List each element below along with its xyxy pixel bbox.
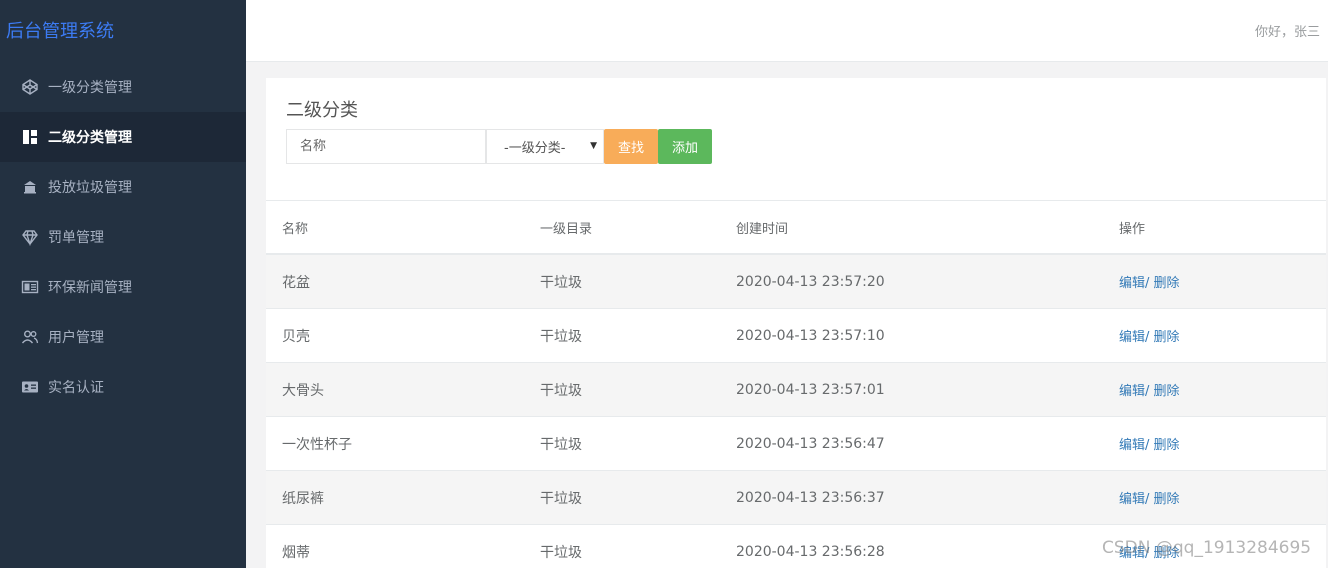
sidebar-menu: 一级分类管理 二级分类管理 投放垃圾管理 罚单管理 环保新闻管理 用户管理 实名… xyxy=(0,62,246,412)
add-button[interactable]: 添加 xyxy=(658,129,712,164)
cell-actions: 编辑/ 删除 xyxy=(1119,434,1180,453)
page-title: 二级分类 xyxy=(286,100,358,121)
select-value: -一级分类- xyxy=(504,141,566,156)
cell-name: 大骨头 xyxy=(282,382,324,399)
delete-link[interactable]: 删除 xyxy=(1149,330,1180,345)
cell-name: 一次性杯子 xyxy=(282,436,352,453)
delete-link[interactable]: 删除 xyxy=(1149,492,1180,507)
primary-category-select[interactable]: -一级分类- ▼ xyxy=(486,129,604,164)
cell-actions: 编辑/ 删除 xyxy=(1119,380,1180,399)
sidebar-item-label: 实名认证 xyxy=(48,380,104,396)
sidebar: 后台管理系统 一级分类管理 二级分类管理 投放垃圾管理 罚单管理 环保新闻管理 … xyxy=(0,0,246,568)
cell-actions: 编辑/ 删除 xyxy=(1119,488,1180,507)
cell-actions: 编辑/ 删除 xyxy=(1119,272,1180,291)
dashboard-grid-icon xyxy=(21,128,39,146)
delete-link[interactable]: 删除 xyxy=(1149,546,1180,561)
sidebar-item-label: 二级分类管理 xyxy=(48,130,132,146)
cell-actions: 编辑/ 删除 xyxy=(1119,326,1180,345)
app-title[interactable]: 后台管理系统 xyxy=(6,17,114,43)
id-card-icon xyxy=(21,378,39,396)
sidebar-item-label: 罚单管理 xyxy=(48,230,104,246)
edit-link[interactable]: 编辑 xyxy=(1119,438,1145,453)
cell-category: 干垃圾 xyxy=(540,490,582,507)
users-icon xyxy=(21,328,39,346)
cell-created: 2020-04-13 23:56:47 xyxy=(736,435,885,452)
bank-icon xyxy=(21,178,39,196)
table-row: 烟蒂 干垃圾 2020-04-13 23:56:28 编辑/ 删除 xyxy=(266,525,1326,568)
edit-link[interactable]: 编辑 xyxy=(1119,384,1145,399)
column-header-primary-category: 一级目录 xyxy=(540,221,593,237)
cell-name: 烟蒂 xyxy=(282,544,310,561)
table-row: 花盆 干垃圾 2020-04-13 23:57:20 编辑/ 删除 xyxy=(266,255,1326,309)
cell-created: 2020-04-13 23:56:37 xyxy=(736,489,885,506)
cell-category: 干垃圾 xyxy=(540,544,582,561)
name-search-input[interactable] xyxy=(286,129,486,164)
cell-name: 贝壳 xyxy=(282,328,310,345)
delete-link[interactable]: 删除 xyxy=(1149,276,1180,291)
delete-link[interactable]: 删除 xyxy=(1149,438,1180,453)
category-table: 名称 一级目录 创建时间 操作 花盆 干垃圾 2020-04-13 23:57:… xyxy=(266,200,1326,568)
user-greeting[interactable]: 你好，张三 xyxy=(1255,21,1320,40)
column-header-name: 名称 xyxy=(282,221,309,237)
diamond-icon xyxy=(21,228,39,246)
edit-link[interactable]: 编辑 xyxy=(1119,492,1145,507)
table-row: 一次性杯子 干垃圾 2020-04-13 23:56:47 编辑/ 删除 xyxy=(266,417,1326,471)
cell-category: 干垃圾 xyxy=(540,382,582,399)
cell-name: 纸尿裤 xyxy=(282,490,324,507)
cell-category: 干垃圾 xyxy=(540,274,582,291)
edit-link[interactable]: 编辑 xyxy=(1119,276,1145,291)
edit-link[interactable]: 编辑 xyxy=(1119,546,1145,561)
cell-actions: 编辑/ 删除 xyxy=(1119,542,1180,561)
cell-created: 2020-04-13 23:56:28 xyxy=(736,543,885,560)
top-header: 你好，张三 xyxy=(246,0,1328,62)
table-row: 纸尿裤 干垃圾 2020-04-13 23:56:37 编辑/ 删除 xyxy=(266,471,1326,525)
cell-created: 2020-04-13 23:57:01 xyxy=(736,381,885,398)
table-row: 贝壳 干垃圾 2020-04-13 23:57:10 编辑/ 删除 xyxy=(266,309,1326,363)
sidebar-item-label: 环保新闻管理 xyxy=(48,280,132,296)
delete-link[interactable]: 删除 xyxy=(1149,384,1180,399)
content-panel: 二级分类 -一级分类- ▼ 查找 添加 名称 一级目录 创建时间 操作 花盆 干… xyxy=(266,78,1326,568)
column-header-created-time: 创建时间 xyxy=(736,221,789,237)
sidebar-item-label: 投放垃圾管理 xyxy=(48,180,132,196)
sidebar-item-real-name-auth[interactable]: 实名认证 xyxy=(0,362,246,412)
search-button[interactable]: 查找 xyxy=(604,129,658,164)
table-header: 名称 一级目录 创建时间 操作 xyxy=(266,201,1326,255)
edit-link[interactable]: 编辑 xyxy=(1119,330,1145,345)
cell-category: 干垃圾 xyxy=(540,436,582,453)
sidebar-item-eco-news[interactable]: 环保新闻管理 xyxy=(0,262,246,312)
sidebar-item-label: 一级分类管理 xyxy=(48,80,132,96)
cell-name: 花盆 xyxy=(282,274,310,291)
sidebar-item-fines[interactable]: 罚单管理 xyxy=(0,212,246,262)
cell-created: 2020-04-13 23:57:20 xyxy=(736,273,885,290)
codepen-icon xyxy=(21,78,39,96)
sidebar-item-label: 用户管理 xyxy=(48,330,104,346)
table-row: 大骨头 干垃圾 2020-04-13 23:57:01 编辑/ 删除 xyxy=(266,363,1326,417)
sidebar-item-primary-category[interactable]: 一级分类管理 xyxy=(0,62,246,112)
sidebar-item-garbage-disposal[interactable]: 投放垃圾管理 xyxy=(0,162,246,212)
column-header-actions: 操作 xyxy=(1119,221,1146,237)
cell-created: 2020-04-13 23:57:10 xyxy=(736,327,885,344)
sidebar-item-users[interactable]: 用户管理 xyxy=(0,312,246,362)
cell-category: 干垃圾 xyxy=(540,328,582,345)
newspaper-icon xyxy=(21,278,39,296)
sidebar-item-secondary-category[interactable]: 二级分类管理 xyxy=(0,112,246,162)
caret-down-icon: ▼ xyxy=(590,141,597,151)
